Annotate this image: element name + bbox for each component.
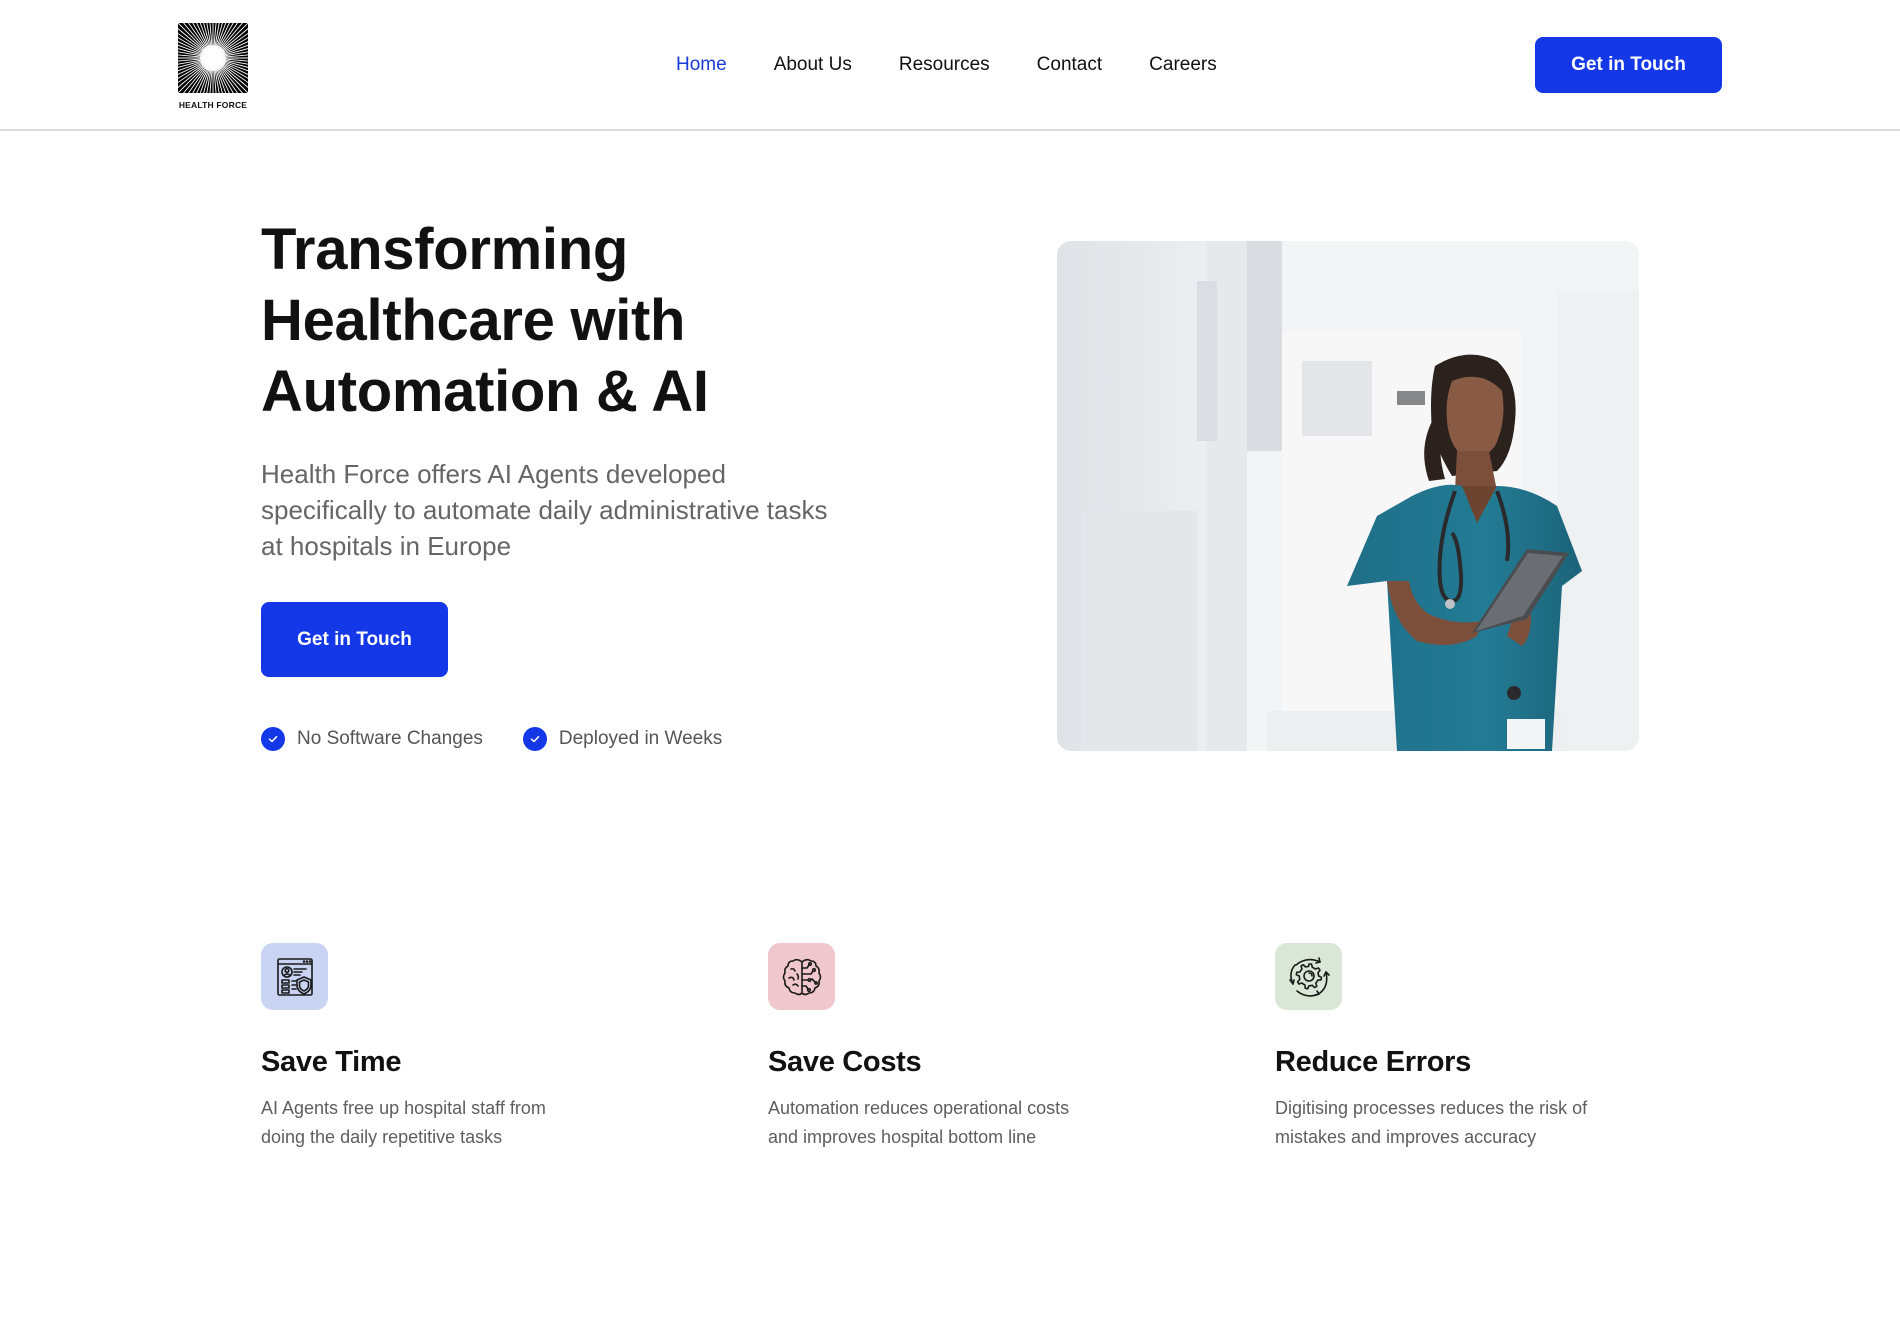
feature-description: Automation reduces operational costs and… xyxy=(768,1094,1128,1152)
feature-reduce-errors: Reduce Errors Digitising processes reduc… xyxy=(1275,943,1695,1152)
nav-home[interactable]: Home xyxy=(676,52,727,78)
hero-title-line: Healthcare with xyxy=(261,288,686,353)
feature-description: Digitising processes reduces the risk of… xyxy=(1275,1094,1635,1152)
gear-cycle-icon xyxy=(1275,943,1342,1010)
hero-title: Transforming Healthcare with Automation … xyxy=(261,214,901,427)
feature-save-costs: Save Costs Automation reduces operationa… xyxy=(768,943,1188,1152)
logo[interactable]: HEALTH FORCE xyxy=(178,23,248,110)
benefit-item: No Software Changes xyxy=(261,727,483,751)
hero-subtitle-line: Health Force offers AI Agents developed xyxy=(261,459,726,489)
benefit-label: No Software Changes xyxy=(297,728,483,749)
brain-circuit-icon xyxy=(768,943,835,1010)
benefit-label: Deployed in Weeks xyxy=(558,728,723,749)
nurse-photo-illustration xyxy=(1057,241,1639,751)
logo-text: HEALTH FORCE xyxy=(178,100,248,110)
feature-save-time: Save Time AI Agents free up hospital sta… xyxy=(261,943,681,1152)
hero-subtitle: Health Force offers AI Agents developed … xyxy=(261,456,881,564)
profile-shield-icon xyxy=(261,943,328,1010)
feature-description: AI Agents free up hospital staff from do… xyxy=(261,1094,621,1152)
feature-description-line: mistakes and improves accuracy xyxy=(1275,1127,1537,1147)
hero-title-line: Transforming xyxy=(261,217,628,282)
nav-contact[interactable]: Contact xyxy=(1037,52,1102,78)
nav-resources[interactable]: Resources xyxy=(899,52,990,78)
feature-description-line: Automation reduces operational costs xyxy=(768,1098,1070,1118)
feature-title: Save Time xyxy=(261,1046,402,1078)
feature-title: Reduce Errors xyxy=(1275,1046,1471,1078)
hero-get-in-touch-button[interactable]: Get in Touch xyxy=(261,602,448,677)
feature-description-line: doing the daily repetitive tasks xyxy=(261,1127,503,1147)
nav-about-us[interactable]: About Us xyxy=(774,52,852,78)
nav-careers[interactable]: Careers xyxy=(1149,52,1217,78)
hero-subtitle-line: specifically to automate daily administr… xyxy=(261,495,828,525)
hero-title-line: Automation & AI xyxy=(261,359,709,424)
main-nav: Home About Us Resources Contact Careers xyxy=(676,52,1217,78)
hero-image xyxy=(1057,241,1639,751)
site-header: HEALTH FORCE Home About Us Resources Con… xyxy=(0,0,1900,131)
hero-subtitle-line: at hospitals in Europe xyxy=(261,531,512,561)
feature-description-line: AI Agents free up hospital staff from xyxy=(261,1098,546,1118)
benefit-item: Deployed in Weeks xyxy=(522,727,723,751)
check-circle-icon xyxy=(261,727,285,751)
check-circle-icon xyxy=(522,727,547,751)
feature-description-line: Digitising processes reduces the risk of xyxy=(1275,1098,1588,1118)
header-get-in-touch-button[interactable]: Get in Touch xyxy=(1535,37,1722,93)
feature-description-line: and improves hospital bottom line xyxy=(768,1127,1037,1147)
logo-sunburst-icon xyxy=(178,23,248,93)
feature-title: Save Costs xyxy=(768,1046,922,1078)
hero-benefits: No Software Changes Deployed in Weeks xyxy=(261,727,722,751)
